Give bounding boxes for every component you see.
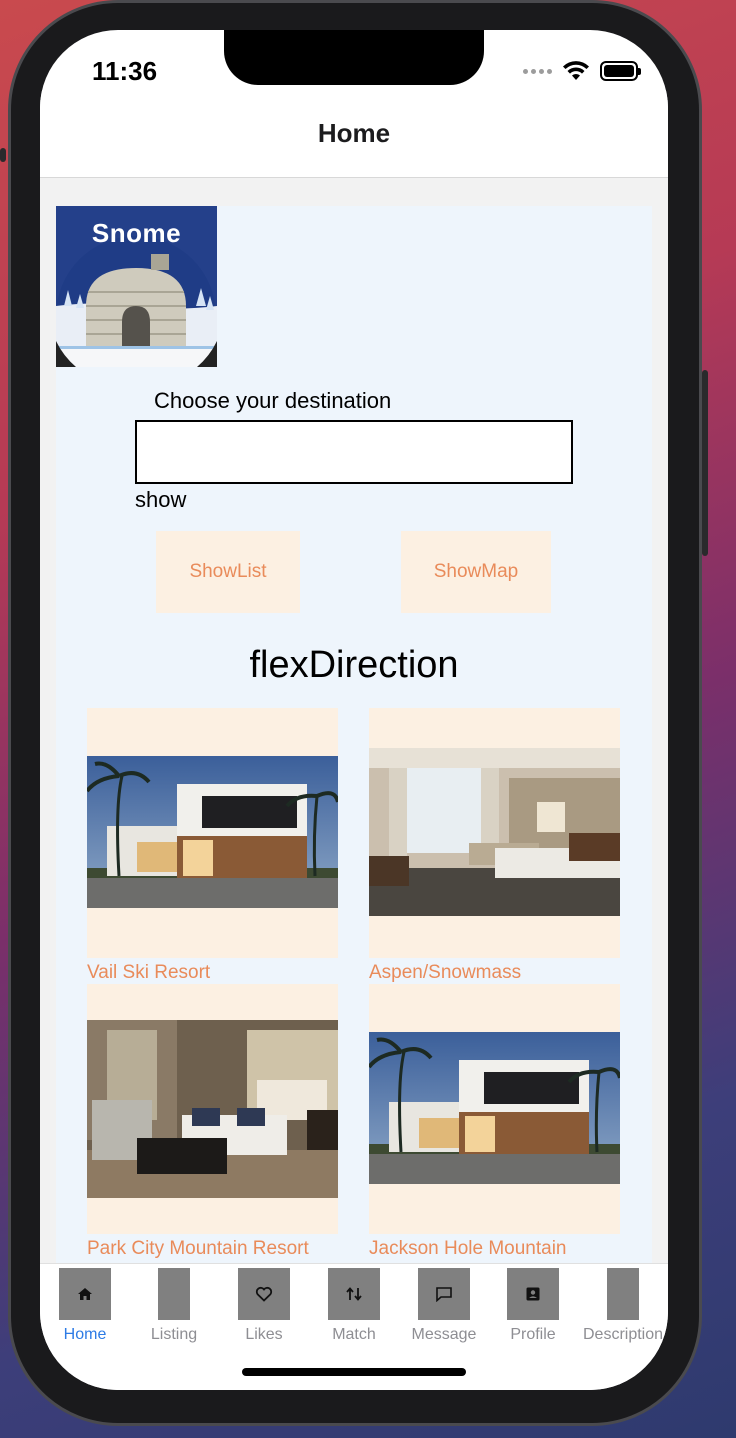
resort-photo [369,748,620,916]
show-text: show [135,487,187,512]
resort-photo [87,756,338,908]
status-time: 11:36 [92,56,158,86]
resort-title: Vail Ski Resort [87,962,211,983]
side-button [702,370,708,556]
heart-icon [238,1268,290,1320]
resort-card-aspen[interactable]: Aspen/Snowmass [369,708,620,984]
resort-title: Aspen/Snowmass [369,962,522,983]
description-placeholder-icon [607,1268,639,1320]
tab-description[interactable]: Description [578,1268,668,1344]
chat-icon [418,1268,470,1320]
resort-photo [369,1032,620,1184]
contact-card-icon [507,1268,559,1320]
tab-label: Message [411,1326,477,1343]
page-title: Home [317,118,391,148]
notch [224,30,484,85]
tab-label: Description [582,1326,664,1343]
destination-input[interactable] [135,420,573,484]
destination-label: Choose your destination [154,388,392,413]
tab-likes[interactable]: Likes [219,1268,309,1344]
listing-placeholder-icon [158,1268,190,1320]
resort-title: Jackson Hole Mountain [369,1238,567,1259]
tab-label: Match [332,1326,376,1343]
swap-icon [328,1268,380,1320]
resort-title: Park City Mountain Resort [87,1238,309,1259]
tab-label: Profile [510,1326,556,1343]
home-indicator [242,1368,466,1376]
tab-label: Likes [245,1326,283,1343]
tab-label: Home [63,1326,107,1343]
tab-message[interactable]: Message [399,1268,489,1344]
tab-listing[interactable]: Listing [129,1268,219,1344]
logo-text: Snome [91,218,182,248]
nav-header: Home [40,90,668,178]
battery-icon [600,61,641,81]
resort-photo [87,1020,338,1198]
show-map-button[interactable]: ShowMap [401,531,551,613]
section-title: flexDirection [249,644,459,686]
show-list-button[interactable]: ShowList [156,531,300,613]
status-icons [523,60,641,82]
tab-label: Listing [150,1326,198,1343]
snome-logo: Snome [56,206,217,367]
phone-screen: 11:36 Home Snome Choose your destination… [40,30,668,1390]
side-button [0,148,6,162]
resort-card-jackson-hole[interactable]: Jackson Hole Mountain [369,984,620,1260]
home-icon [59,1268,111,1320]
scroll-view[interactable]: Snome Choose your destination show ShowL… [40,178,668,1263]
resort-card-park-city[interactable]: Park City Mountain Resort [87,984,338,1260]
resort-card-vail[interactable]: Vail Ski Resort [87,708,338,984]
cellular-signal-icon [523,68,552,74]
tab-match[interactable]: Match [309,1268,399,1344]
tab-profile[interactable]: Profile [488,1268,578,1344]
content-area: Snome Choose your destination show ShowL… [56,206,652,1263]
tab-home[interactable]: Home [40,1268,130,1344]
wifi-icon [563,61,589,80]
